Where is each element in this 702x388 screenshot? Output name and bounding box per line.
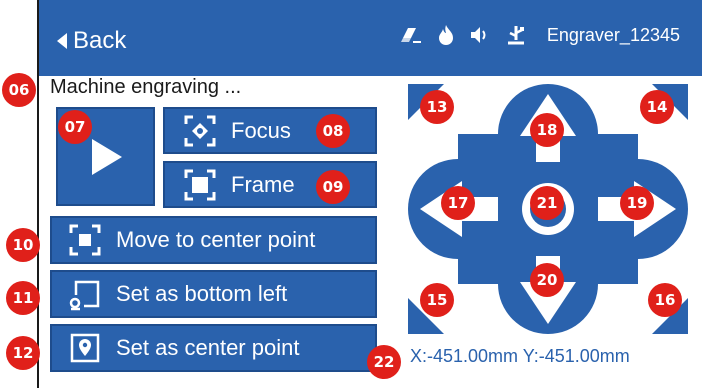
badge-18: 18 [530,113,564,147]
badge-15: 15 [420,283,454,317]
badge-11: 11 [6,281,40,315]
focus-label: Focus [231,117,291,143]
speaker-icon [470,27,486,43]
play-icon [91,138,122,175]
set-bottom-left-button[interactable]: Set as bottom left [50,270,377,318]
focus-icon [184,115,216,146]
move-to-center-label: Move to center point [116,227,316,252]
badge-22: 22 [367,345,401,379]
back-arrow-icon [57,33,67,49]
badge-19: 19 [620,186,654,220]
badge-20: 20 [530,263,564,297]
badge-07: 07 [58,110,92,144]
badge-14: 14 [640,90,674,124]
flame-icon [438,25,453,45]
frame-icon [184,169,216,200]
badge-21: 21 [530,186,564,220]
move-to-center-button[interactable]: Move to center point [50,216,377,264]
device-name: Engraver_12345 [546,24,680,45]
center-pin-icon [70,333,100,363]
engraver-screen: Back Engraver_12345 Machine engraving ..… [0,0,702,388]
set-bottom-left-label: Set as bottom left [116,281,288,306]
engraving-status-text: Machine engraving ... [50,76,242,98]
back-label: Back [73,27,127,54]
eraser-icon [400,28,421,43]
coordinates-readout: X:-451.00mm Y:-451.00mm [410,346,630,366]
badge-12: 12 [6,336,40,370]
badge-16: 16 [648,283,682,317]
badge-08: 08 [316,114,350,148]
badge-13: 13 [420,90,454,124]
header-bar: Back Engraver_12345 [39,0,702,76]
set-center-label: Set as center point [116,335,300,360]
center-target-icon [69,224,101,256]
set-center-button[interactable]: Set as center point [50,324,377,372]
badge-09: 09 [316,170,350,204]
back-button[interactable]: Back [57,27,126,55]
usb-icon [507,26,524,45]
bottom-left-icon [69,280,100,311]
badge-10: 10 [6,228,40,262]
frame-label: Frame [231,171,295,197]
badge-06: 06 [2,73,36,107]
badge-17: 17 [441,186,475,220]
status-area: Engraver_12345 [399,24,680,46]
